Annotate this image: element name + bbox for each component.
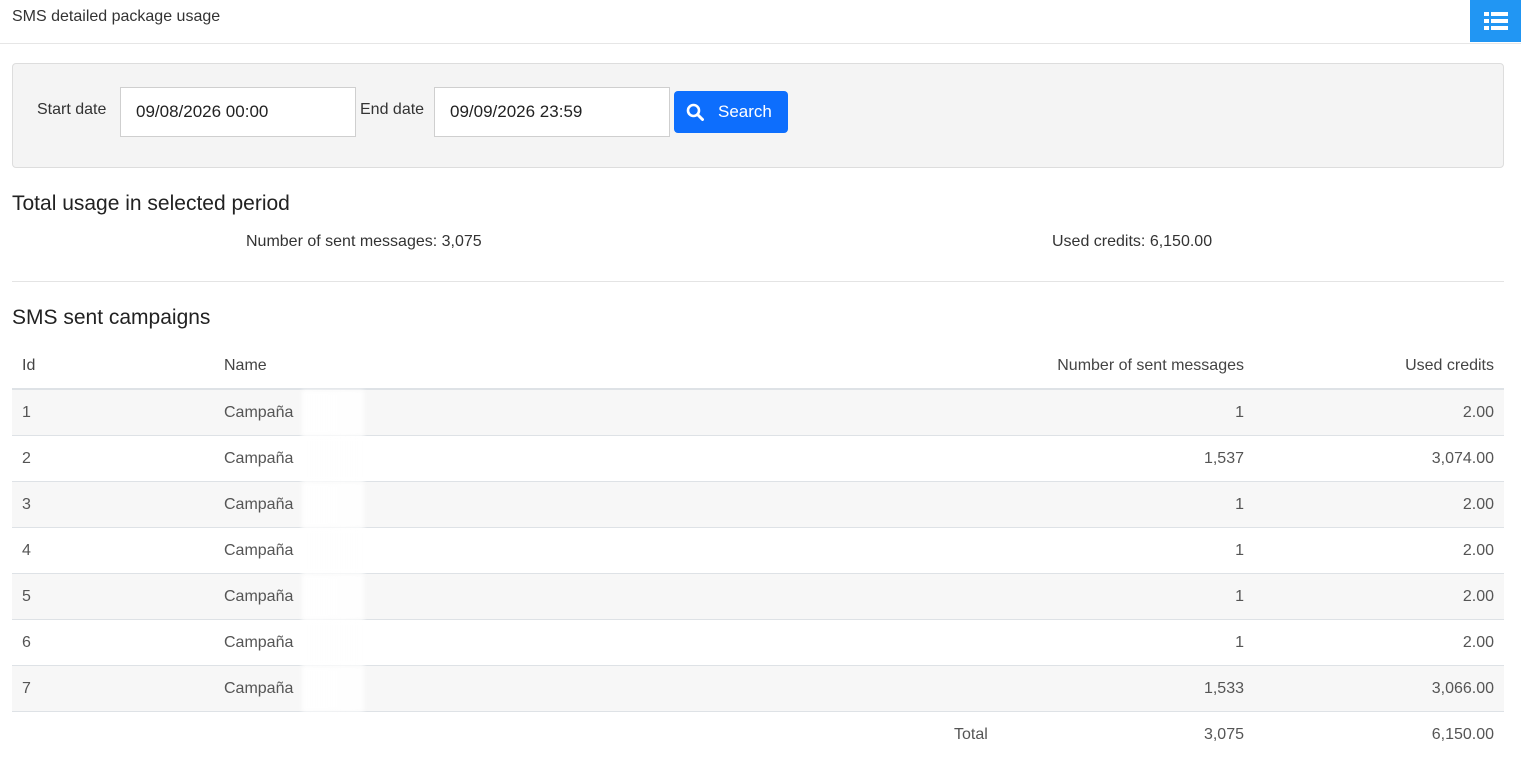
row-id: 2 xyxy=(22,449,31,467)
row-name: Campaña xyxy=(224,587,294,605)
row-sent: 1 xyxy=(1235,495,1244,513)
row-id: 4 xyxy=(22,541,31,559)
row-sent: 1 xyxy=(1235,541,1244,559)
redacted-name-blur xyxy=(302,482,364,528)
column-header-name: Name xyxy=(224,356,267,374)
row-name: Campaña xyxy=(224,679,294,697)
page-title: SMS detailed package usage xyxy=(12,8,221,25)
row-name: Campaña xyxy=(224,495,294,513)
end-date-input[interactable] xyxy=(434,87,670,137)
row-sent: 1 xyxy=(1235,633,1244,651)
table-total-row: Total 3,075 6,150.00 xyxy=(12,712,1504,758)
total-credits: 6,150.00 xyxy=(1431,726,1494,743)
start-date-input[interactable] xyxy=(120,87,356,137)
row-sent: 1 xyxy=(1235,403,1244,421)
redacted-name-blur xyxy=(302,528,364,574)
menu-toggle-button[interactable] xyxy=(1470,0,1521,42)
search-button[interactable]: Search xyxy=(674,91,788,133)
redacted-name-blur xyxy=(302,390,364,436)
search-button-label: Search xyxy=(718,102,772,121)
table-row: 3 Campaña 1 2.00 xyxy=(12,482,1504,528)
row-credits: 3,074.00 xyxy=(1431,449,1494,467)
row-name: Campaña xyxy=(224,449,294,467)
used-credits-stat: Used credits: 6,150.00 xyxy=(1052,233,1213,250)
row-sent: 1,533 xyxy=(1203,679,1244,697)
row-id: 7 xyxy=(22,679,31,697)
row-credits: 2.00 xyxy=(1462,633,1494,651)
column-header-sent: Number of sent messages xyxy=(1057,356,1244,374)
date-filter-panel: Start date End date Search xyxy=(12,63,1504,168)
sent-messages-stat: Number of sent messages: 3,075 xyxy=(246,233,482,250)
column-header-id: Id xyxy=(22,356,36,374)
campaigns-table: Id Name Number of sent messages Used cre… xyxy=(12,343,1504,758)
section-divider xyxy=(12,281,1504,282)
redacted-name-blur xyxy=(302,620,364,666)
row-id: 5 xyxy=(22,587,31,605)
table-row: 6 Campaña 1 2.00 xyxy=(12,620,1504,666)
start-date-label: Start date xyxy=(37,101,107,118)
list-icon xyxy=(1483,12,1508,30)
row-credits: 2.00 xyxy=(1462,495,1494,513)
total-sent: 3,075 xyxy=(1203,726,1244,743)
table-row: 1 Campaña 1 2.00 xyxy=(12,390,1504,436)
campaigns-heading: SMS sent campaigns xyxy=(12,306,211,329)
row-credits: 2.00 xyxy=(1462,541,1494,559)
row-id: 3 xyxy=(22,495,31,513)
total-label: Total xyxy=(954,726,988,743)
row-id: 1 xyxy=(22,403,31,421)
row-sent: 1 xyxy=(1235,587,1244,605)
row-credits: 2.00 xyxy=(1462,587,1494,605)
row-credits: 3,066.00 xyxy=(1431,679,1494,697)
search-icon xyxy=(686,103,704,121)
row-name: Campaña xyxy=(224,633,294,651)
redacted-name-blur xyxy=(302,574,364,620)
table-row: 7 Campaña 1,533 3,066.00 xyxy=(12,666,1504,712)
row-id: 6 xyxy=(22,633,31,651)
usage-heading: Total usage in selected period xyxy=(12,192,290,215)
row-name: Campaña xyxy=(224,403,294,421)
row-credits: 2.00 xyxy=(1462,403,1494,421)
row-sent: 1,537 xyxy=(1203,449,1244,467)
column-header-credits: Used credits xyxy=(1405,356,1494,374)
row-name: Campaña xyxy=(224,541,294,559)
table-row: 5 Campaña 1 2.00 xyxy=(12,574,1504,620)
redacted-name-blur xyxy=(302,666,364,712)
table-row: 2 Campaña 1,537 3,074.00 xyxy=(12,436,1504,482)
top-bar: SMS detailed package usage xyxy=(0,0,1521,44)
redacted-name-blur xyxy=(302,436,364,482)
end-date-label: End date xyxy=(360,101,425,118)
table-header-row: Id Name Number of sent messages Used cre… xyxy=(12,343,1504,390)
table-row: 4 Campaña 1 2.00 xyxy=(12,528,1504,574)
